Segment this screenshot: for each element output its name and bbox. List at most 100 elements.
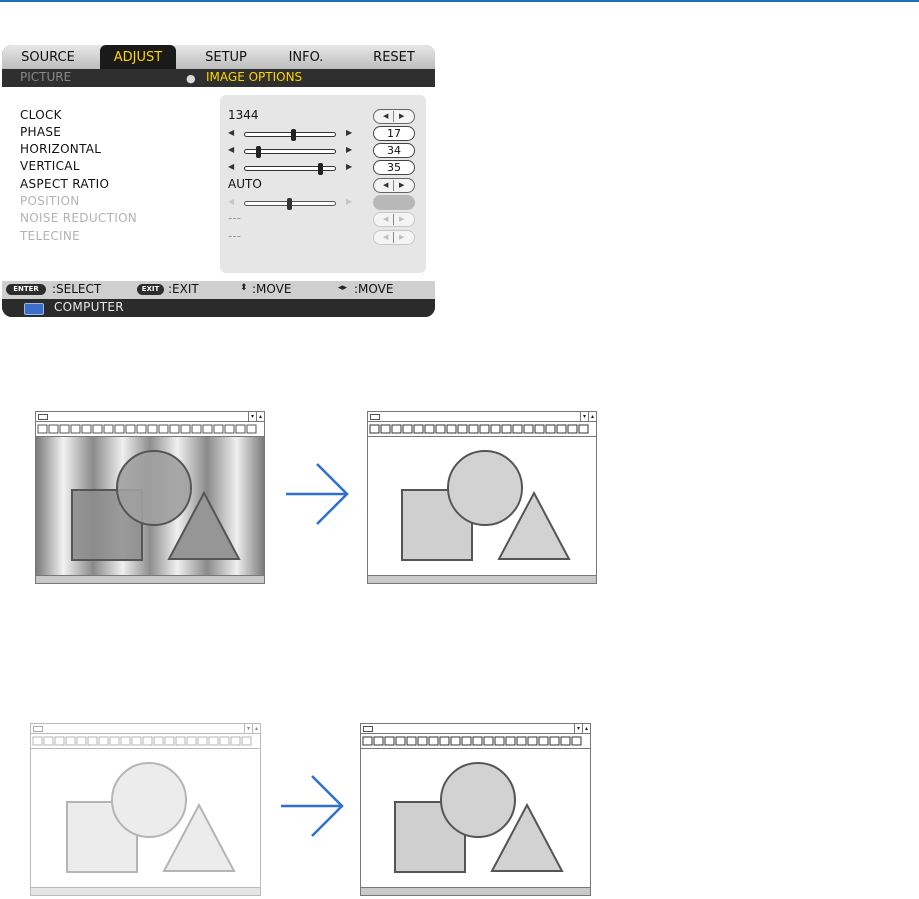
toolbar-button-icon — [516, 736, 527, 746]
status-bar — [31, 887, 260, 895]
slider-knob — [287, 198, 292, 210]
toolbar-button-icon — [136, 424, 147, 434]
toolbar — [31, 734, 260, 749]
slider[interactable]: ◀ ▶ — [228, 162, 352, 175]
slider-knob[interactable] — [291, 129, 297, 141]
system-menu-icon — [370, 414, 380, 420]
slider-knob[interactable] — [256, 146, 262, 158]
right-arrow-icon: ▶ — [399, 215, 405, 223]
left-right-arrows[interactable]: ◀ ▶ — [373, 109, 415, 124]
row-clock[interactable]: CLOCK 1344 ◀ ▶ — [2, 108, 435, 126]
row-position: POSITION ◀ ▶ — [2, 194, 435, 212]
value-box — [373, 195, 415, 210]
divider — [393, 180, 394, 191]
right-arrow-icon: ▶ — [399, 233, 405, 241]
toolbar-button-icon — [191, 424, 202, 434]
row-label: NOISE REDUCTION — [20, 211, 138, 225]
row-aspect-ratio[interactable]: ASPECT RATIO AUTO ◀ ▶ — [2, 177, 435, 195]
toolbar-button-icon — [391, 424, 402, 434]
row-value: AUTO — [228, 177, 262, 191]
up-down-icon: ⬍ — [240, 283, 248, 293]
divider — [393, 232, 394, 243]
toolbar-button-icon — [48, 424, 59, 434]
row-noise-reduction: NOISE REDUCTION --- ◀ ▶ — [2, 211, 435, 229]
window-after-clear: ▾ ▴ — [367, 411, 597, 584]
toolbar-button-icon — [428, 736, 439, 746]
toolbar-button-icon — [109, 736, 120, 746]
toolbar-buttons — [369, 424, 589, 434]
row-telecine: TELECINE --- ◀ ▶ — [2, 229, 435, 247]
toolbar-button-icon — [131, 736, 142, 746]
adjust-menu: SOURCE ADJUST SETUP INFO. RESET PICTURE … — [2, 45, 435, 317]
tab-adjust[interactable]: ADJUST — [100, 45, 176, 69]
toolbar-button-icon — [186, 736, 197, 746]
minimize-icon: ▾ — [574, 724, 582, 733]
row-vertical[interactable]: VERTICAL ◀ ▶ 35 — [2, 159, 435, 177]
slider-track — [244, 163, 336, 175]
toolbar-button-icon — [413, 424, 424, 434]
toolbar-button-icon — [512, 424, 523, 434]
tab-setup[interactable]: SETUP — [188, 45, 264, 69]
sharp-screen — [394, 762, 564, 873]
toolbar-button-icon — [114, 424, 125, 434]
slider: ◀ ▶ — [228, 197, 353, 210]
left-arrow-icon: ◀ — [228, 197, 235, 206]
maximize-icon: ▴ — [582, 724, 590, 733]
toolbar-button-icon — [461, 736, 472, 746]
right-arrow-icon: ▶ — [399, 181, 405, 189]
toolbar-button-icon — [468, 424, 479, 434]
left-arrow-icon: ◀ — [383, 112, 389, 120]
toolbar-button-icon — [406, 736, 417, 746]
subtab-image-options[interactable]: IMAGE OPTIONS — [206, 70, 302, 84]
title-bar: ▾ ▴ — [36, 412, 264, 422]
maximize-icon: ▴ — [256, 412, 264, 421]
select-hint: :SELECT — [52, 282, 102, 296]
system-menu-icon — [33, 726, 43, 732]
computer-icon — [24, 303, 44, 315]
slider[interactable]: ◀ ▶ — [228, 145, 352, 158]
window-after-sharp: ▾ ▴ — [360, 723, 591, 896]
slider-knob[interactable] — [317, 163, 323, 175]
left-arrow-icon: ◀ — [228, 128, 235, 137]
toolbar-button-icon — [424, 424, 435, 434]
toolbar-button-icon — [142, 736, 153, 746]
tab-source[interactable]: SOURCE — [8, 45, 88, 69]
toolbar-button-icon — [235, 424, 246, 434]
row-horizontal[interactable]: HORIZONTAL ◀ ▶ 34 — [2, 142, 435, 160]
left-arrow-icon: ◀ — [228, 145, 235, 154]
toolbar — [36, 422, 264, 437]
title-bar: ▾ ▴ — [31, 724, 260, 734]
toolbar-button-icon — [169, 424, 180, 434]
tab-info[interactable]: INFO. — [268, 45, 344, 69]
row-phase[interactable]: PHASE ◀ ▶ 17 — [2, 125, 435, 143]
toolbar-buttons — [37, 424, 257, 434]
menu-footer: ENTER :SELECT EXIT :EXIT ⬍ :MOVE ◂▸ :MOV… — [2, 281, 435, 299]
toolbar-button-icon — [103, 424, 114, 434]
toolbar-button-icon — [384, 736, 395, 746]
toolbar-button-icon — [505, 736, 516, 746]
toolbar-button-icon — [450, 736, 461, 746]
left-arrow-icon: ◀ — [383, 233, 389, 241]
toolbar-button-icon — [538, 736, 549, 746]
toolbar-button-icon — [98, 736, 109, 746]
toolbar-button-icon — [556, 424, 567, 434]
toolbar-button-icon — [32, 736, 43, 746]
slider[interactable]: ◀ ▶ — [228, 128, 353, 141]
left-right-arrows[interactable]: ◀ ▶ — [373, 178, 415, 193]
window-before-faded: ▾ ▴ — [30, 723, 261, 896]
toolbar-button-icon — [417, 736, 428, 746]
toolbar-button-icon — [362, 736, 373, 746]
toolbar-button-icon — [439, 736, 450, 746]
right-arrow-icon: ▶ — [346, 128, 353, 137]
toolbar-button-icon — [402, 424, 413, 434]
tab-reset[interactable]: RESET — [354, 45, 434, 69]
toolbar-button-icon — [545, 424, 556, 434]
left-right-arrows: ◀ ▶ — [373, 212, 415, 227]
subtab-picture[interactable]: PICTURE — [20, 70, 71, 84]
right-arrow-icon: ▶ — [346, 197, 353, 206]
toolbar-button-icon — [147, 424, 158, 434]
title-bar: ▾ ▴ — [361, 724, 590, 734]
status-bar — [368, 575, 596, 583]
toolbar-button-icon — [43, 736, 54, 746]
row-value: 1344 — [228, 108, 259, 122]
